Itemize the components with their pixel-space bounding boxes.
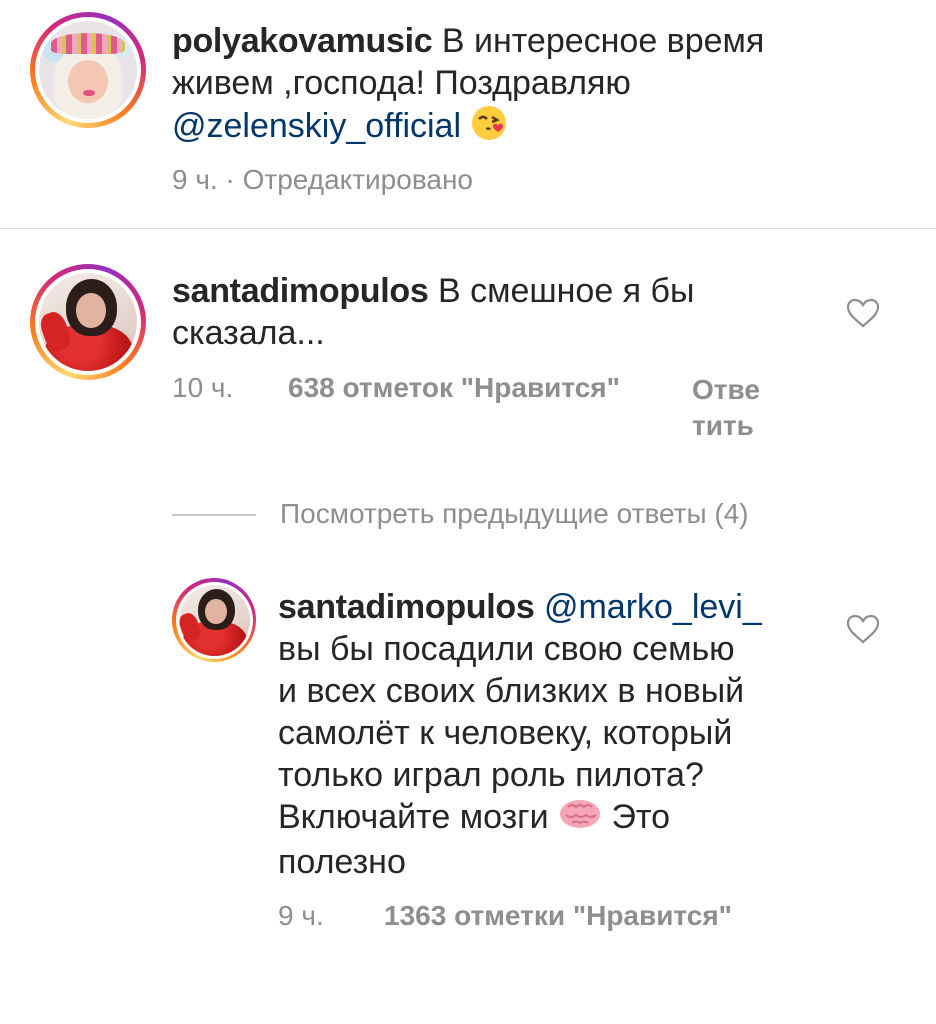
comment-2-line2: сказала... bbox=[172, 314, 325, 352]
reply-line-5b: Это bbox=[602, 798, 671, 836]
view-previous-replies-button[interactable]: Посмотреть предыдущие ответы (4) bbox=[280, 498, 749, 530]
reply-line-6: полезно bbox=[278, 843, 406, 882]
reply-text: santadimopulos @marko_levi_ вы бы посади… bbox=[278, 586, 838, 883]
comment-1-edited: Отредактировано bbox=[242, 164, 473, 195]
comments-screen: polyakovamusic В интересное время живем … bbox=[0, 0, 936, 1024]
view-replies-line bbox=[172, 514, 256, 516]
reply-line-1: вы бы посадили свою семью bbox=[278, 630, 735, 668]
reply-line-4: только играл роль пилота? bbox=[278, 756, 704, 794]
brain-emoji-icon bbox=[558, 797, 602, 841]
comment-1-username[interactable]: polyakovamusic bbox=[172, 22, 433, 60]
comment-1-text: polyakovamusic В интересное время живем … bbox=[172, 20, 872, 152]
comment-2-time: 10 ч. bbox=[172, 372, 234, 403]
reply-mention[interactable]: @marko_levi_ bbox=[544, 588, 762, 626]
comment-1-line1: В интересное время bbox=[432, 22, 765, 60]
comment-2-line1: В смешное я бы bbox=[428, 272, 695, 310]
reply-line-2: и всех своих близких в новый bbox=[278, 672, 745, 710]
comment-1-time: 9 ч. bbox=[172, 164, 218, 195]
avatar-polyakovamusic[interactable] bbox=[30, 12, 146, 128]
avatar-santadimopulos[interactable] bbox=[30, 264, 146, 380]
comment-1-meta: 9 ч. · Отредактировано bbox=[172, 164, 473, 196]
comment-2-likes[interactable]: 638 отметок "Нравится" bbox=[288, 372, 620, 404]
comment-2-text: santadimopulos В смешное я бы сказала... bbox=[172, 270, 812, 354]
avatar-santadimopulos-reply[interactable] bbox=[172, 578, 256, 662]
kissing-face-emoji-icon bbox=[470, 104, 508, 152]
heart-outline-icon[interactable] bbox=[846, 298, 880, 328]
reply-button-line1: Отве bbox=[692, 374, 760, 405]
reply-username[interactable]: santadimopulos bbox=[278, 588, 535, 626]
comment-2-username[interactable]: santadimopulos bbox=[172, 272, 429, 310]
heart-outline-icon[interactable] bbox=[846, 614, 880, 644]
reply-button[interactable]: Отве тить bbox=[692, 372, 760, 444]
reply-likes[interactable]: 1363 отметки "Нравится" bbox=[384, 900, 732, 932]
reply-button-line2: тить bbox=[692, 410, 754, 441]
reply-time: 9 ч. bbox=[278, 900, 324, 931]
caption-divider bbox=[0, 228, 936, 229]
comment-1-line2: живем ,господа! Поздравляю bbox=[172, 64, 631, 102]
comment-1-mention[interactable]: @zelenskiy_official bbox=[172, 107, 461, 145]
reply-line-5a: Включайте мозги bbox=[278, 798, 559, 836]
meta-separator: · bbox=[217, 164, 243, 195]
reply-line-3: самолёт к человеку, который bbox=[278, 714, 733, 752]
